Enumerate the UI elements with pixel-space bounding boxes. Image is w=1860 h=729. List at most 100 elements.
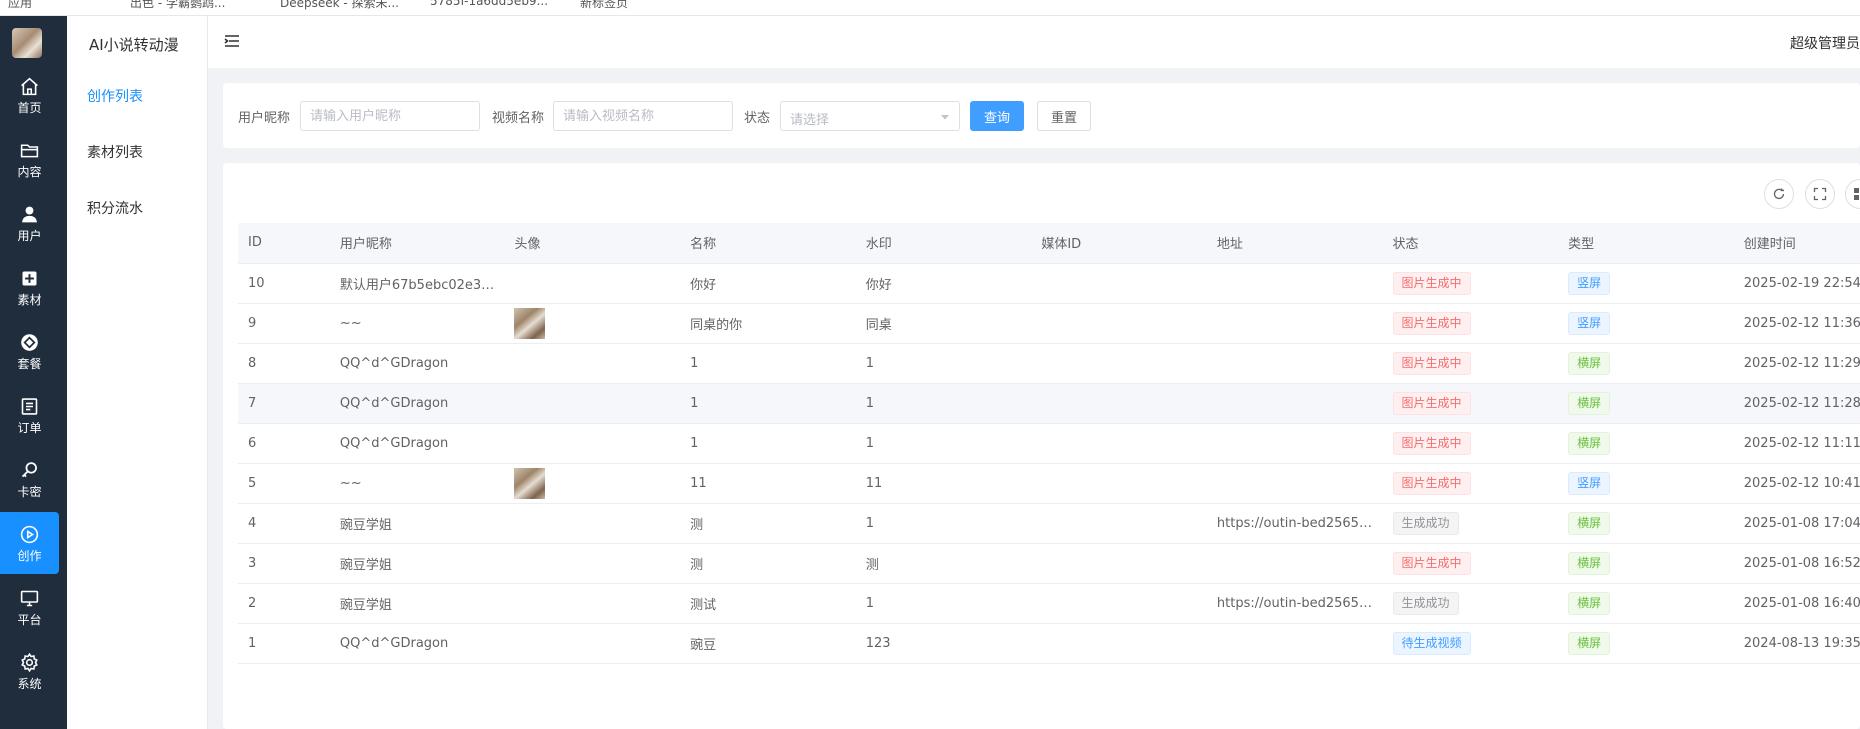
table-row[interactable]: 9~~ 同桌的你同桌 图片生成中 竖屏 2025-02-12 11:36:07 xyxy=(238,303,1860,344)
nav-content[interactable]: 内容 xyxy=(0,128,59,190)
avatar[interactable] xyxy=(514,307,546,339)
table-row[interactable]: 6QQ^d^GDragon 11 图片生成中 横屏 2025-02-12 11:11:1… xyxy=(238,423,1860,464)
col-header-nickname[interactable]: 用户昵称 xyxy=(329,223,505,264)
sub-sidebar: AI小说转动漫 创作列表 素材列表 积分流水 xyxy=(67,16,208,729)
bookmark-4[interactable]: 新标签页 xyxy=(580,0,628,11)
type-badge: 横屏 xyxy=(1568,431,1611,455)
status-badge: 待生成视频 xyxy=(1392,631,1471,655)
avatar[interactable] xyxy=(514,467,546,499)
status-badge: 图片生成中 xyxy=(1392,271,1471,295)
col-header-created[interactable]: 创建时间 xyxy=(1733,223,1860,264)
table-row[interactable]: 10 默认用户67b5ebc02e3d5 你好 你好 图片生成中 竖屏 2025-02-19… xyxy=(238,263,1860,304)
col-header-id[interactable]: ID xyxy=(238,223,330,264)
cell-url[interactable] xyxy=(1206,303,1383,344)
cell-status: 生成成功 xyxy=(1382,583,1559,624)
status-select[interactable]: 请选择 xyxy=(780,101,960,131)
cell-avatar xyxy=(504,623,681,664)
cell-url[interactable]: https://outin-bed25656... xyxy=(1206,503,1383,544)
nav-platform[interactable]: 平台 xyxy=(0,576,59,638)
cell-url[interactable] xyxy=(1206,423,1383,464)
main-nav-rail: 首页 内容 用户 素材 套餐 订单 卡密 创作 平台 系统 xyxy=(0,16,67,729)
query-button[interactable]: 查询 xyxy=(970,101,1024,131)
bookmark-3[interactable]: 5785f-1a6dd5eb9... xyxy=(430,0,548,8)
cell-avatar xyxy=(504,543,681,584)
material-icon xyxy=(22,271,37,285)
col-header-type[interactable]: 类型 xyxy=(1558,223,1734,264)
table-row[interactable]: 2 豌豆学姐 测试 1 https://outin-bed25656... 生成成功 横屏 2… xyxy=(238,583,1860,624)
table-row[interactable]: 4 豌豆学姐 测 1 https://outin-bed25656... 生成成功 横屏 20… xyxy=(238,503,1860,544)
nav-orders[interactable]: 订单 xyxy=(0,384,59,446)
menu-toggle-icon[interactable] xyxy=(224,33,240,49)
home-icon xyxy=(21,77,38,95)
cell-media-id xyxy=(1031,303,1207,344)
cell-url[interactable] xyxy=(1206,623,1383,664)
cell-url[interactable] xyxy=(1206,263,1383,304)
nav-card-key[interactable]: 卡密 xyxy=(0,448,59,510)
col-header-avatar[interactable]: 头像 xyxy=(504,223,681,264)
bookmark-2[interactable]: Deepseek - 探索未... xyxy=(280,0,399,11)
video-name-label: 视频名称 xyxy=(492,111,545,126)
cell-type: 横屏 xyxy=(1558,423,1734,464)
col-header-watermark[interactable]: 水印 xyxy=(855,223,1032,264)
type-badge: 横屏 xyxy=(1568,551,1611,575)
nav-system[interactable]: 系统 xyxy=(0,640,59,702)
cell-url[interactable]: https://outin-bed25656... xyxy=(1206,583,1383,624)
nav-home[interactable]: 首页 xyxy=(0,64,59,126)
status-badge: 图片生成中 xyxy=(1392,471,1471,495)
col-header-media-id[interactable]: 媒体ID xyxy=(1031,223,1207,264)
status-badge: 图片生成中 xyxy=(1392,351,1471,375)
cell-url[interactable] xyxy=(1206,463,1383,504)
sidebar-item-creation-list[interactable]: 创作列表 xyxy=(87,86,143,106)
user-icon xyxy=(22,206,37,222)
fullscreen-button[interactable] xyxy=(1805,179,1835,209)
cell-type: 竖屏 xyxy=(1558,303,1734,344)
type-badge: 横屏 xyxy=(1568,511,1611,535)
cell-media-id xyxy=(1031,543,1207,584)
table-row[interactable]: 3豌豆学姐 测测 图片生成中 横屏 2025-01-08 16:52:01 xyxy=(238,543,1860,584)
cell-nickname: QQ^d^GDragon xyxy=(329,343,505,384)
cell-name: 11 xyxy=(680,463,856,504)
sidebar-item-material-list[interactable]: 素材列表 xyxy=(87,142,143,162)
cell-url[interactable] xyxy=(1206,543,1383,584)
cell-id: 4 xyxy=(238,503,330,544)
bookmark-apps[interactable]: 应用 xyxy=(8,0,32,11)
nickname-label: 用户昵称 xyxy=(238,111,291,126)
nav-content-label: 内容 xyxy=(17,164,42,179)
column-settings-button[interactable] xyxy=(1845,179,1860,209)
refresh-button[interactable] xyxy=(1764,179,1794,209)
table-row[interactable]: 7QQ^d^GDragon 11 图片生成中 横屏 2025-02-12 11:28:4… xyxy=(238,383,1860,424)
cell-url[interactable] xyxy=(1206,383,1383,424)
col-header-status[interactable]: 状态 xyxy=(1382,223,1559,264)
table-row[interactable]: 8QQ^d^GDragon 11 图片生成中 横屏 2025-02-12 11:29:4… xyxy=(238,343,1860,384)
video-name-input[interactable] xyxy=(553,101,733,131)
cell-watermark: 同桌 xyxy=(855,303,1032,344)
cell-url[interactable] xyxy=(1206,343,1383,384)
bookmark-1[interactable]: 出色 - 学霸鹦鹉... xyxy=(130,0,225,11)
table-row[interactable]: 1 QQ^d^GDragon 豌豆 123 待生成视频 横屏 2024-08-13 19:3… xyxy=(238,623,1860,664)
cell-id: 3 xyxy=(238,543,330,584)
cell-media-id xyxy=(1031,263,1207,304)
cell-name: 你好 xyxy=(680,263,856,304)
sidebar-item-points-flow[interactable]: 积分流水 xyxy=(87,198,143,218)
reset-button[interactable]: 重置 xyxy=(1037,101,1091,131)
cell-status: 图片生成中 xyxy=(1382,423,1559,464)
cell-type: 横屏 xyxy=(1558,583,1734,624)
col-header-name[interactable]: 名称 xyxy=(680,223,856,264)
table-row[interactable]: 5~~ 1111 图片生成中 竖屏 2025-02-12 10:41:55 xyxy=(238,463,1860,504)
nav-users[interactable]: 用户 xyxy=(0,192,59,254)
cell-id: 1 xyxy=(238,623,330,664)
cell-created: 2025-02-12 10:41:55 xyxy=(1733,463,1860,504)
cell-watermark: 123 xyxy=(855,623,1032,664)
cell-avatar xyxy=(504,383,681,424)
type-badge: 横屏 xyxy=(1568,591,1611,615)
cell-nickname: 豌豆学姐 xyxy=(329,543,505,584)
cell-media-id xyxy=(1031,343,1207,384)
grid-icon xyxy=(1854,188,1859,200)
nav-material[interactable]: 素材 xyxy=(0,256,59,318)
user-menu[interactable]: 超级管理员 xyxy=(1790,33,1860,53)
nickname-input[interactable] xyxy=(300,101,480,131)
nav-create[interactable]: 创作 xyxy=(0,512,59,574)
cell-status: 图片生成中 xyxy=(1382,463,1559,504)
nav-package[interactable]: 套餐 xyxy=(0,320,59,382)
col-header-url[interactable]: 地址 xyxy=(1206,223,1383,264)
